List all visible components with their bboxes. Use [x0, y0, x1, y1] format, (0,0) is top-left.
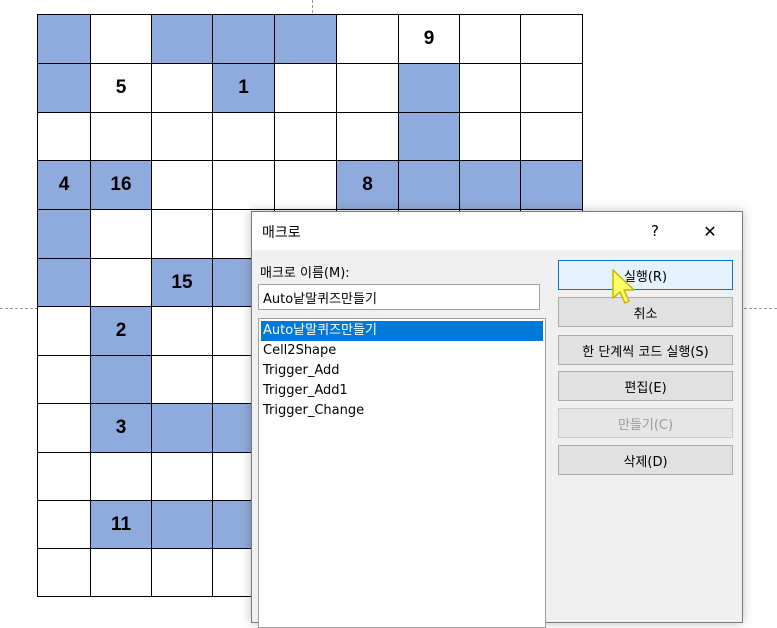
grid-cell[interactable] [152, 549, 213, 597]
grid-cell[interactable] [337, 15, 399, 64]
grid-cell-numbered[interactable]: 15 [152, 259, 213, 307]
run-button[interactable]: 실행(R) [558, 260, 733, 290]
step-into-button[interactable]: 한 단계씩 코드 실행(S) [558, 335, 733, 365]
grid-cell[interactable] [38, 453, 91, 501]
grid-cell[interactable] [275, 15, 337, 64]
grid-cell-numbered[interactable]: 4 [38, 161, 91, 210]
grid-cell[interactable] [152, 453, 213, 501]
grid-cell-numbered[interactable]: 8 [337, 161, 399, 210]
help-button[interactable]: ? [640, 216, 670, 246]
grid-cell[interactable] [152, 307, 213, 356]
macro-list-item[interactable]: Auto낱말퀴즈만들기 [261, 321, 543, 341]
grid-cell[interactable] [275, 64, 337, 113]
grid-cell[interactable] [38, 210, 91, 259]
macro-name-label: 매크로 이름(M): [260, 266, 350, 281]
edit-button[interactable]: 편집(E) [558, 371, 733, 401]
grid-cell[interactable] [38, 113, 91, 161]
grid-cell[interactable] [213, 15, 275, 64]
grid-cell[interactable] [460, 161, 521, 210]
grid-cell[interactable] [152, 404, 213, 453]
grid-cell[interactable] [399, 113, 460, 161]
dialog-title: 매크로 [262, 225, 301, 241]
grid-cell[interactable] [460, 64, 521, 113]
grid-cell-numbered[interactable]: 16 [91, 161, 152, 210]
grid-cell-numbered[interactable]: 11 [91, 501, 152, 549]
grid-cell[interactable] [152, 64, 213, 113]
grid-cell[interactable] [91, 210, 152, 259]
grid-cell-numbered[interactable]: 5 [91, 64, 152, 113]
grid-cell[interactable] [399, 161, 460, 210]
cancel-button[interactable]: 취소 [558, 297, 733, 327]
grid-cell[interactable] [91, 113, 152, 161]
close-icon[interactable]: ✕ [690, 216, 730, 246]
grid-cell[interactable] [152, 15, 213, 64]
grid-cell[interactable] [275, 113, 337, 161]
pointer-cursor-icon [612, 269, 635, 304]
dialog-titlebar: 매크로 ? ✕ [252, 212, 742, 250]
grid-cell[interactable] [152, 356, 213, 404]
grid-cell[interactable] [521, 161, 583, 210]
grid-cell-numbered[interactable]: 1 [213, 64, 275, 113]
grid-cell[interactable] [91, 259, 152, 307]
grid-cell[interactable] [521, 64, 583, 113]
grid-cell[interactable] [38, 259, 91, 307]
grid-cell[interactable] [152, 113, 213, 161]
grid-cell[interactable] [38, 501, 91, 549]
grid-cell[interactable] [91, 356, 152, 404]
grid-cell[interactable] [152, 501, 213, 549]
grid-cell[interactable] [399, 64, 460, 113]
create-button[interactable]: 만들기(C) [558, 408, 733, 438]
grid-cell[interactable] [213, 161, 275, 210]
grid-cell[interactable] [521, 113, 583, 161]
grid-cell[interactable] [91, 549, 152, 597]
grid-cell[interactable] [213, 113, 275, 161]
macro-list-item[interactable]: Trigger_Add1 [261, 381, 543, 401]
grid-cell[interactable] [337, 113, 399, 161]
grid-cell[interactable] [152, 161, 213, 210]
grid-cell[interactable] [38, 307, 91, 356]
grid-cell[interactable] [460, 113, 521, 161]
grid-cell[interactable] [521, 15, 583, 64]
grid-cell-numbered[interactable]: 9 [399, 15, 460, 64]
grid-cell[interactable] [460, 15, 521, 64]
grid-cell-numbered[interactable]: 3 [91, 404, 152, 453]
macro-list-item[interactable]: Trigger_Add [261, 361, 543, 381]
grid-cell[interactable] [91, 453, 152, 501]
macro-list[interactable]: Auto낱말퀴즈만들기 Cell2Shape Trigger_Add Trigger_… [258, 318, 546, 628]
grid-cell-numbered[interactable]: 2 [91, 307, 152, 356]
macro-dialog: 매크로 ? ✕ 매크로 이름(M): Auto낱말퀴즈만들기Cell2Shape… [251, 211, 743, 628]
grid-cell[interactable] [152, 210, 213, 259]
macro-list-item[interactable]: Cell2Shape [261, 341, 543, 361]
grid-cell[interactable] [38, 64, 91, 113]
grid-cell[interactable] [337, 64, 399, 113]
grid-cell[interactable] [275, 161, 337, 210]
macro-name-input[interactable] [258, 284, 540, 310]
grid-cell[interactable] [38, 549, 91, 597]
grid-cell[interactable] [38, 15, 91, 64]
macro-list-item[interactable]: Trigger_Change [261, 401, 543, 421]
delete-button[interactable]: 삭제(D) [558, 445, 733, 475]
grid-cell[interactable] [38, 356, 91, 404]
grid-cell[interactable] [38, 404, 91, 453]
grid-cell[interactable] [91, 15, 152, 64]
